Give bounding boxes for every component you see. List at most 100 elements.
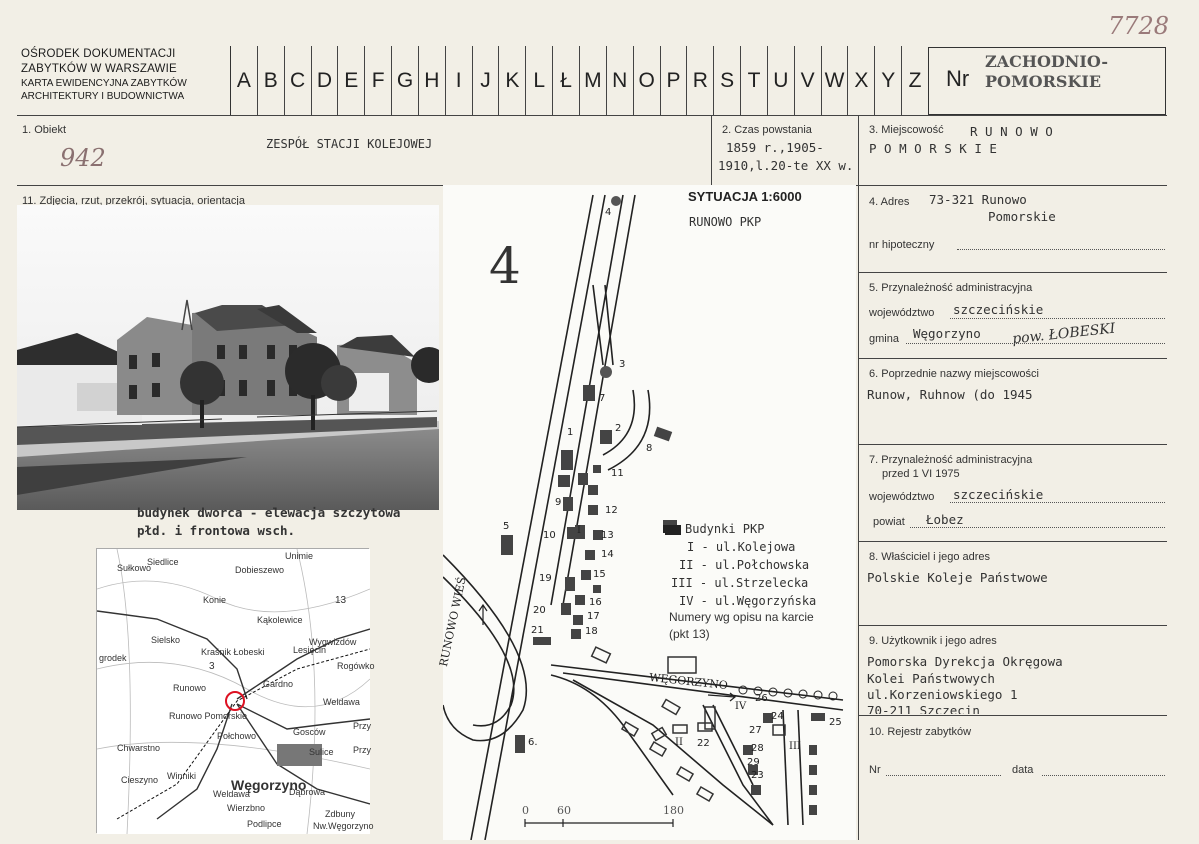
map-place-label: Rogówko: [337, 661, 375, 671]
roman-numeral: IV: [735, 701, 747, 712]
powiat-label: powiat: [873, 516, 905, 528]
alphabet-letter: C: [283, 46, 311, 116]
hipoteczny-field[interactable]: [957, 249, 1165, 250]
przed1975-label-1: 7. Przynależność administracyjna: [869, 454, 1033, 466]
uzytkownik-label: 9. Użytkownik i jego adres: [869, 635, 997, 647]
hipoteczny-label: nr hipoteczny: [869, 239, 935, 251]
building-number: 27: [749, 725, 762, 736]
wlasciciel-value: Polskie Koleje Państwowe: [867, 570, 1048, 585]
station-photo: [16, 205, 447, 510]
scale-label-60: 60: [557, 804, 571, 817]
map-place-label: Dobieszewo: [235, 565, 285, 575]
building-number: 8: [646, 443, 653, 454]
institution-block: OŚRODEK DOKUMENTACJI ZABYTKÓW W WARSZAWI…: [21, 47, 187, 103]
uzytkownik-line-3: ul.Korzeniowskiego 1: [867, 687, 1018, 702]
building-number: 29: [747, 757, 760, 768]
alphabet-letter: U: [766, 46, 794, 116]
alphabet-letter: Y: [874, 46, 901, 116]
alphabet-letter: Ł: [552, 46, 579, 116]
map-place-label: Dąbrowa: [289, 787, 326, 797]
situ-title: SYTUACJA 1:6000: [688, 189, 802, 204]
alphabet-letter: A: [230, 46, 257, 116]
rule-after-7: [858, 541, 1167, 542]
alphabet-letter: N: [605, 46, 633, 116]
building-number: 5: [503, 521, 510, 532]
rejestr-label: 10. Rejestr zabytków: [869, 726, 972, 738]
map-place-label: Winniki: [167, 771, 197, 781]
alphabet-letter: O: [632, 46, 660, 116]
location-map: Siedlice Sułkowo Unimie Dobieszewo Konie Kąko…: [96, 548, 375, 835]
map-place-label: Runowo Pomorskie: [169, 711, 248, 721]
building-number: 6.: [528, 737, 538, 748]
alphabet-letter: B: [256, 46, 284, 116]
czas-line-2: 1910,l.20-te XX w.: [718, 158, 854, 173]
map-place-label: Zdbuny: [325, 809, 356, 819]
rejestr-data-label: data: [1012, 764, 1034, 776]
situ-subtitle: RUNOWO PKP: [689, 215, 762, 229]
rule-after-8: [858, 625, 1167, 626]
alphabet-letter: T: [740, 46, 767, 116]
map-place-label: Podlipce: [247, 819, 282, 829]
map-place-label: Konie: [203, 595, 227, 605]
building-number: 20: [533, 605, 546, 616]
alphabet-letter: Z: [901, 46, 928, 116]
rule-after-9: [858, 715, 1167, 716]
map-place-label: Weldawa: [323, 697, 360, 707]
map-place-label: Połchowo: [217, 731, 257, 741]
building-number: 11: [611, 468, 624, 479]
adres-label: 4. Adres: [869, 196, 910, 208]
situ-note-line-2: (pkt 13): [669, 627, 710, 641]
miejscowosc-line-2: P O M O R S K I E: [869, 141, 997, 156]
miejscowosc-label: 3. Miejscowość: [869, 124, 944, 136]
photo-caption-line-2: płd. i frontowa wsch.: [137, 523, 296, 538]
rejestr-data-field[interactable]: [1042, 775, 1165, 776]
przed1975-wojewodztwo-field[interactable]: [950, 502, 1165, 503]
legend-item-1: I - ul.Kolejowa: [687, 540, 796, 554]
building-number: 1: [567, 427, 574, 438]
wojewodztwo-label: województwo: [869, 307, 935, 319]
legend-swatch: [665, 527, 681, 535]
station-photo-image: [16, 205, 447, 510]
obiekt-value: ZESPÓŁ STACJI KOLEJOWEJ: [266, 137, 433, 151]
alphabet-letter: S: [713, 46, 740, 116]
alphabet-letter: F: [364, 46, 391, 116]
situ-big-number: 4: [489, 237, 521, 295]
alphabet-letter: H: [417, 46, 445, 116]
obiekt-handwritten: 942: [60, 144, 106, 172]
map-place-label: Sulice: [309, 747, 334, 757]
building-number: 25: [829, 717, 842, 728]
building-number: 17: [587, 611, 600, 622]
legend-item-2: II - ul.Połchowska: [679, 558, 810, 572]
map-place-label: Wierzbno: [227, 803, 266, 813]
przed1975-wojewodztwo-label: województwo: [869, 491, 935, 503]
rejestr-nr-field[interactable]: [886, 775, 1001, 776]
alphabet-letter: J: [471, 46, 499, 116]
building-number: 2: [615, 423, 622, 434]
rejestr-nr-label: Nr: [869, 764, 881, 776]
adres-line-2: Pomorskie: [988, 209, 1056, 224]
legend-title: Budynki PKP: [685, 522, 765, 536]
alphabet-letter: M: [579, 46, 606, 116]
building-number: 18: [585, 626, 598, 637]
gmina-field[interactable]: [906, 343, 1165, 344]
powiat-value: Łobez: [926, 512, 964, 527]
alphabet-letter: I: [444, 46, 472, 116]
building-number: 28: [751, 743, 764, 754]
legend-item-4: IV - ul.Węgorzyńska: [679, 594, 817, 608]
przed1975-label-2: przed 1 VI 1975: [882, 468, 960, 480]
map-place-label: grodek: [99, 653, 127, 663]
building-number: 23: [751, 770, 764, 781]
wojewodztwo-value: szczecińskie: [953, 302, 1044, 317]
building-number: 13: [601, 530, 614, 541]
powiat-field[interactable]: [910, 527, 1165, 528]
map-place-label: Przy: [353, 721, 371, 731]
map-place-label: Gosców: [293, 727, 326, 737]
nr-stamp-line-1: ZACHODNIO-: [985, 52, 1109, 71]
photo-caption-line-1: budynek dworca - elewacja szczytowa: [137, 505, 401, 520]
poprzednie-value: Runow, Ruhnow (do 1945: [867, 387, 1033, 402]
building-number: 12: [605, 505, 618, 516]
uzytkownik-line-2: Kolei Państwowych: [867, 671, 995, 686]
wojewodztwo-field[interactable]: [950, 318, 1165, 319]
institution-line-3: KARTA EWIDENCYJNA ZABYTKÓW: [21, 78, 187, 89]
alphabet-letter: K: [498, 46, 525, 116]
